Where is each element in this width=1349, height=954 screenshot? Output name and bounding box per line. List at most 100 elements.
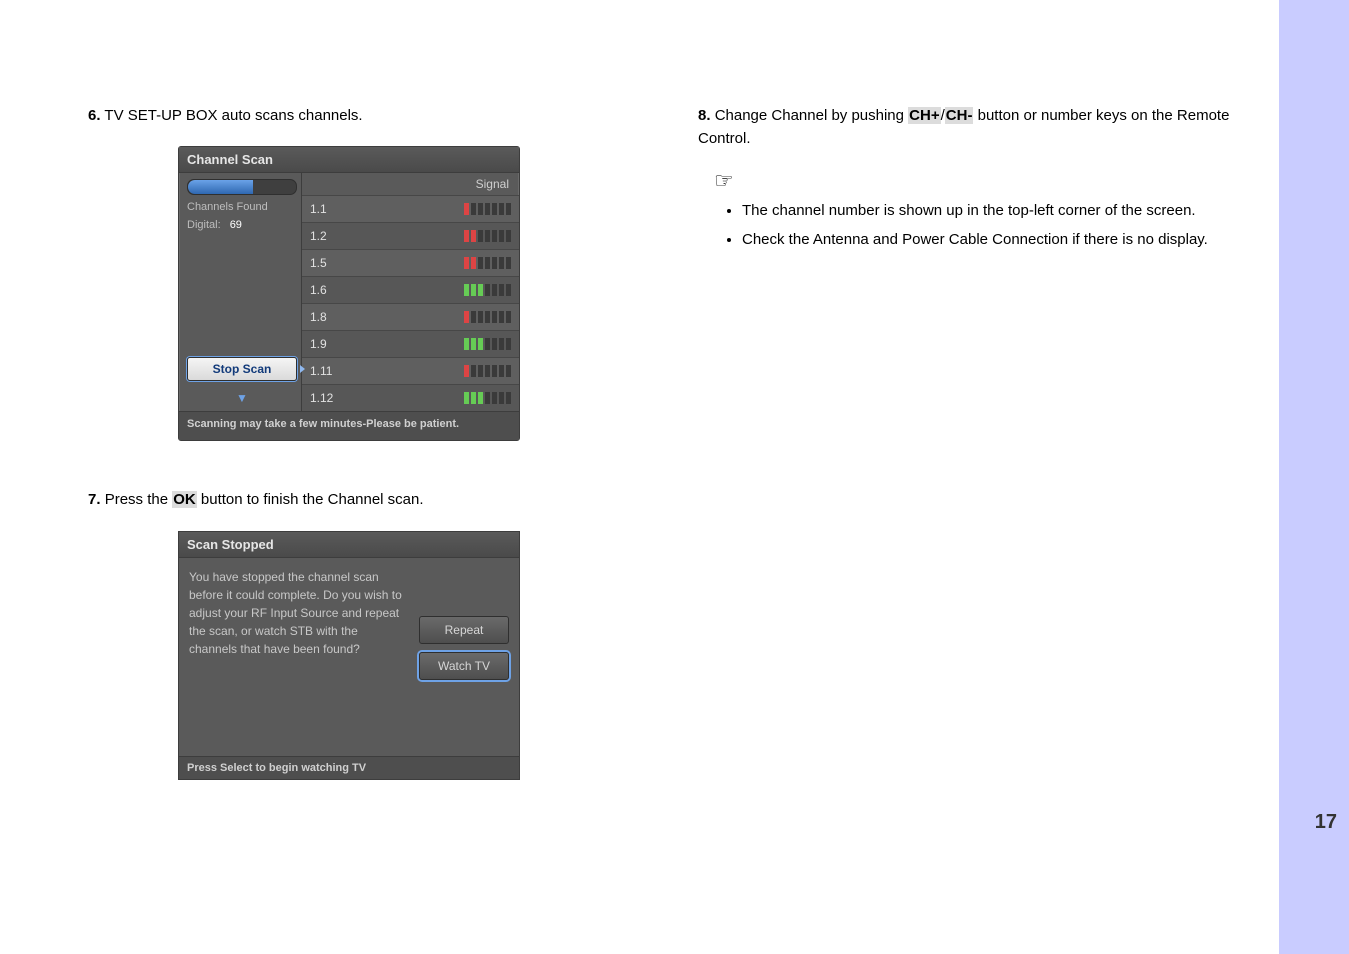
signal-bar xyxy=(471,257,476,269)
left-column: 6. TV SET-UP BOX auto scans channels. Ch… xyxy=(88,105,638,780)
signal-bars xyxy=(464,203,511,215)
signal-bar xyxy=(464,338,469,350)
signal-bar xyxy=(478,203,483,215)
channel-row[interactable]: 1.6 xyxy=(302,276,519,303)
signal-bar xyxy=(485,338,490,350)
signal-bar xyxy=(478,311,483,323)
note-icon: ☞ xyxy=(714,168,1248,194)
channel-number: 1.9 xyxy=(310,337,370,351)
channel-number: 1.11 xyxy=(310,364,370,378)
ch-minus-key: CH- xyxy=(945,107,974,124)
signal-bar xyxy=(506,311,511,323)
signal-bar xyxy=(478,392,483,404)
channel-row[interactable]: 1.8 xyxy=(302,303,519,330)
channel-row[interactable]: 1.2 xyxy=(302,222,519,249)
channel-number: 1.12 xyxy=(310,391,370,405)
signal-bar xyxy=(478,284,483,296)
signal-bar xyxy=(485,284,490,296)
channel-row[interactable]: 1.11 xyxy=(302,357,519,384)
signal-bar xyxy=(464,230,469,242)
signal-bar xyxy=(485,392,490,404)
signal-bar xyxy=(464,284,469,296)
signal-bar xyxy=(464,392,469,404)
digital-line: Digital: 69 xyxy=(187,219,297,231)
panel-left: Channels Found Digital: 69 Stop Scan ▼ xyxy=(179,173,301,411)
channel-scan-panel: Channel Scan Channels Found Digital: 69 … xyxy=(178,146,520,441)
progress-bar xyxy=(187,179,297,195)
signal-bar xyxy=(464,365,469,377)
signal-bars xyxy=(464,257,511,269)
signal-bar xyxy=(492,392,497,404)
side-stripe: 17 xyxy=(1279,0,1349,954)
signal-bar xyxy=(471,338,476,350)
watch-tv-button[interactable]: Watch TV xyxy=(419,652,509,680)
scan-stopped-panel: Scan Stopped You have stopped the channe… xyxy=(178,531,520,780)
channel-row[interactable]: 1.9 xyxy=(302,330,519,357)
step-text-pre: Change Channel by pushing xyxy=(715,107,908,124)
channel-number: 1.5 xyxy=(310,256,370,270)
panel-footer: Press Select to begin watching TV xyxy=(179,756,519,779)
panel-title: Scan Stopped xyxy=(179,532,519,558)
signal-bar xyxy=(471,284,476,296)
channel-row[interactable]: 1.1 xyxy=(302,195,519,222)
signal-bar xyxy=(499,230,504,242)
scroll-down-icon[interactable]: ▼ xyxy=(236,391,248,405)
step-number: 7. xyxy=(88,491,101,508)
repeat-button[interactable]: Repeat xyxy=(419,616,509,644)
signal-bar xyxy=(499,257,504,269)
step-6: 6. TV SET-UP BOX auto scans channels. xyxy=(88,105,638,128)
panel-title: Channel Scan xyxy=(179,147,519,173)
signal-bar xyxy=(499,311,504,323)
note-item: The channel number is shown up in the to… xyxy=(742,200,1248,223)
step-text-post: button to finish the Channel scan. xyxy=(197,491,424,508)
digital-label: Digital: xyxy=(187,219,221,231)
signal-bar xyxy=(471,392,476,404)
step-text: TV SET-UP BOX auto scans channels. xyxy=(104,107,362,124)
signal-bars xyxy=(464,230,511,242)
signal-bars xyxy=(464,338,511,350)
signal-bar xyxy=(506,257,511,269)
signal-bar xyxy=(499,365,504,377)
channel-row[interactable]: 1.5 xyxy=(302,249,519,276)
right-column: 8. Change Channel by pushing CH+/CH- but… xyxy=(698,105,1248,780)
channel-number: 1.2 xyxy=(310,229,370,243)
signal-bar xyxy=(499,392,504,404)
signal-bar xyxy=(471,311,476,323)
step-text-pre: Press the xyxy=(105,491,173,508)
panel-buttons: Repeat Watch TV xyxy=(419,616,509,680)
channel-number: 1.1 xyxy=(310,202,370,216)
signal-bar xyxy=(499,338,504,350)
channel-table: Signal 1.11.21.51.61.81.91.111.12 xyxy=(301,173,519,411)
signal-bar xyxy=(471,203,476,215)
signal-bar xyxy=(506,392,511,404)
signal-bar xyxy=(506,338,511,350)
stop-scan-button[interactable]: Stop Scan xyxy=(187,357,297,381)
channel-number: 1.8 xyxy=(310,310,370,324)
channel-row[interactable]: 1.12 xyxy=(302,384,519,411)
step-number: 8. xyxy=(698,107,711,124)
signal-bar xyxy=(478,230,483,242)
signal-bar xyxy=(492,365,497,377)
signal-bar xyxy=(492,338,497,350)
signal-bars xyxy=(464,392,511,404)
ch-plus-key: CH+ xyxy=(908,107,940,124)
signal-bar xyxy=(506,284,511,296)
signal-bar xyxy=(471,230,476,242)
signal-bar xyxy=(492,284,497,296)
signal-bar xyxy=(492,257,497,269)
step-8: 8. Change Channel by pushing CH+/CH- but… xyxy=(698,105,1248,150)
signal-bar xyxy=(485,203,490,215)
signal-bars xyxy=(464,311,511,323)
progress-fill xyxy=(188,180,253,194)
signal-bar xyxy=(499,203,504,215)
note-item: Check the Antenna and Power Cable Connec… xyxy=(742,229,1248,252)
channel-rows: 1.1 1.2 1.5 1.6 1.8 1.9 1.11 1.12 xyxy=(302,195,519,411)
signal-bar xyxy=(478,338,483,350)
panel-body: You have stopped the channel scan before… xyxy=(179,558,519,756)
signal-bar xyxy=(478,365,483,377)
signal-bar xyxy=(485,257,490,269)
signal-bar xyxy=(492,230,497,242)
signal-bar xyxy=(506,203,511,215)
digital-count: 69 xyxy=(230,219,242,231)
signal-bar xyxy=(492,203,497,215)
